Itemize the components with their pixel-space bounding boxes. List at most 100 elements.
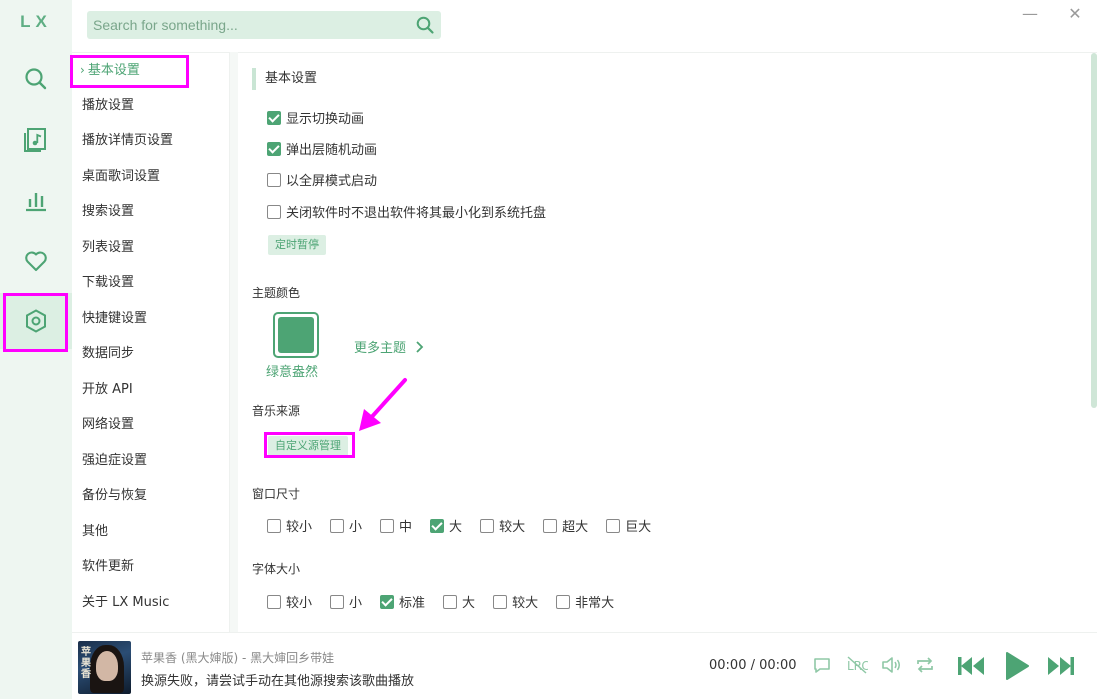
comment-button[interactable] xyxy=(812,655,832,675)
checkbox-random-popup-animation[interactable]: 弹出层随机动画 xyxy=(267,139,377,158)
nav-item-backup[interactable]: 备份与恢复 xyxy=(82,485,147,507)
heart-icon xyxy=(25,251,47,272)
nav-item-play-detail[interactable]: 播放详情页设置 xyxy=(82,130,173,152)
play-button[interactable] xyxy=(1004,651,1030,681)
settings-nav: › 基本设置 播放设置 播放详情页设置 桌面歌词设置 搜索设置 列表设置 下载设置… xyxy=(72,52,230,632)
checkbox-box[interactable] xyxy=(330,594,345,609)
section-title-basic: 基本设置 xyxy=(252,68,317,90)
nav-item-sync[interactable]: 数据同步 xyxy=(82,343,134,365)
player-status-message: 换源失败，请尝试手动在其他源搜索该歌曲播放 xyxy=(141,674,415,689)
minimize-button[interactable]: — xyxy=(1020,4,1040,24)
nav-item-other[interactable]: 其他 xyxy=(82,521,108,543)
timer-pause-button[interactable]: 定时暂停 xyxy=(268,235,326,255)
checkbox-box[interactable] xyxy=(380,594,395,609)
checkbox-box[interactable] xyxy=(267,172,281,187)
play-mode-button[interactable] xyxy=(915,655,935,675)
settings-nav-button[interactable] xyxy=(0,293,72,349)
checkbox-label: 弹出层随机动画 xyxy=(286,143,378,158)
checkbox-box[interactable] xyxy=(267,594,281,609)
more-themes-label: 更多主题 xyxy=(354,341,407,356)
nav-item-network[interactable]: 网络设置 xyxy=(82,414,134,436)
custom-source-manage-button[interactable]: 自定义源管理 xyxy=(268,436,348,456)
checkbox-box[interactable] xyxy=(330,518,345,533)
theme-swatch-current[interactable] xyxy=(273,312,319,358)
window-size-option[interactable]: 较大 xyxy=(480,516,525,535)
option-label: 较大 xyxy=(512,596,539,611)
nav-item-download[interactable]: 下载设置 xyxy=(82,272,134,294)
font-size-option[interactable]: 大 xyxy=(443,592,475,611)
checkbox-box[interactable] xyxy=(493,594,508,609)
search-nav-button[interactable] xyxy=(0,51,72,107)
checkbox-box[interactable] xyxy=(443,594,458,609)
nav-item-desktop-lyric[interactable]: 桌面歌词设置 xyxy=(82,166,160,188)
checkbox-box[interactable] xyxy=(267,110,281,125)
checkbox-box[interactable] xyxy=(380,518,395,533)
section-title-window-size: 窗口尺寸 xyxy=(252,487,301,501)
window-size-option[interactable]: 中 xyxy=(380,516,412,535)
chevron-right-icon: › xyxy=(80,63,85,77)
window-size-option[interactable]: 大 xyxy=(430,516,462,535)
close-button[interactable]: ✕ xyxy=(1065,4,1085,24)
checkbox-box[interactable] xyxy=(430,518,445,533)
checkbox-box[interactable] xyxy=(267,141,281,156)
repeat-icon xyxy=(917,657,933,673)
nav-item-search[interactable]: 搜索设置 xyxy=(82,201,134,223)
nav-item-hotkey[interactable]: 快捷键设置 xyxy=(82,308,147,330)
option-label: 小 xyxy=(349,520,363,535)
volume-icon xyxy=(882,657,900,673)
nav-item-open-api[interactable]: 开放 API xyxy=(82,379,133,401)
content-scrollbar[interactable] xyxy=(1091,53,1097,408)
section-title-theme: 主题颜色 xyxy=(252,286,301,300)
nav-item-playback[interactable]: 播放设置 xyxy=(82,95,134,117)
window-size-option[interactable]: 较小 xyxy=(267,516,312,535)
song-title[interactable]: 苹果香 (黑大婶版) - 黑大婶回乡带娃 xyxy=(141,649,334,666)
favorites-nav-button[interactable] xyxy=(0,233,72,289)
checkbox-box[interactable] xyxy=(480,518,495,533)
nav-item-list[interactable]: 列表设置 xyxy=(82,237,134,259)
nav-item-basic[interactable]: › 基本设置 xyxy=(80,59,140,81)
leaderboard-nav-button[interactable] xyxy=(0,172,72,228)
comment-icon xyxy=(814,658,830,673)
checkbox-box[interactable] xyxy=(556,594,571,609)
lyric-toggle-button[interactable]: LRC xyxy=(846,655,868,675)
chevron-right-icon xyxy=(416,340,424,353)
option-label: 中 xyxy=(399,520,413,535)
settings-content: 基本设置 显示切换动画 弹出层随机动画 以全屏模式启动 关闭软件时不退出软件将其… xyxy=(238,53,1090,632)
volume-button[interactable] xyxy=(880,655,902,675)
section-title-source: 音乐来源 xyxy=(252,404,301,418)
previous-button[interactable] xyxy=(956,654,986,678)
option-label: 大 xyxy=(462,596,476,611)
next-button[interactable] xyxy=(1046,654,1076,678)
settings-hexagon-icon xyxy=(26,309,46,333)
checkbox-box[interactable] xyxy=(267,204,281,219)
font-size-option[interactable]: 标准 xyxy=(380,592,425,611)
font-size-option[interactable]: 小 xyxy=(330,592,362,611)
option-label: 大 xyxy=(449,520,463,535)
checkbox-box[interactable] xyxy=(543,518,558,533)
font-size-option[interactable]: 较小 xyxy=(267,592,312,611)
more-themes-link[interactable]: 更多主题 xyxy=(354,337,426,356)
font-size-option[interactable]: 较大 xyxy=(493,592,538,611)
left-rail: LX xyxy=(0,0,72,699)
checkbox-minimize-to-tray[interactable]: 关闭软件时不退出软件将其最小化到系统托盘 xyxy=(267,202,546,221)
window-size-option[interactable]: 超大 xyxy=(543,516,588,535)
play-time: 00:00 / 00:00 xyxy=(709,658,797,673)
search-input[interactable]: Search for something... xyxy=(87,11,441,39)
nav-item-about[interactable]: 关于 LX Music xyxy=(82,592,169,614)
font-size-option[interactable]: 非常大 xyxy=(556,592,614,611)
search-icon[interactable] xyxy=(415,15,435,35)
window-size-option[interactable]: 小 xyxy=(330,516,362,535)
checkbox-label: 显示切换动画 xyxy=(286,112,365,127)
nav-item-update[interactable]: 软件更新 xyxy=(82,556,134,578)
nav-item-label: 基本设置 xyxy=(87,63,140,78)
nav-item-odc[interactable]: 强迫症设置 xyxy=(82,450,147,472)
checkbox-box[interactable] xyxy=(606,518,621,533)
search-icon xyxy=(25,68,47,90)
checkbox-show-animation[interactable]: 显示切换动画 xyxy=(267,108,364,127)
player-bar: 苹果香 苹果香 (黑大婶版) - 黑大婶回乡带娃 换源失败，请尝试手动在其他源搜… xyxy=(72,632,1097,699)
checkbox-fullscreen-start[interactable]: 以全屏模式启动 xyxy=(267,170,377,189)
window-size-option[interactable]: 巨大 xyxy=(606,516,651,535)
songlist-nav-button[interactable] xyxy=(0,111,72,167)
album-cover[interactable]: 苹果香 xyxy=(78,641,131,694)
checkbox-box[interactable] xyxy=(267,518,281,533)
